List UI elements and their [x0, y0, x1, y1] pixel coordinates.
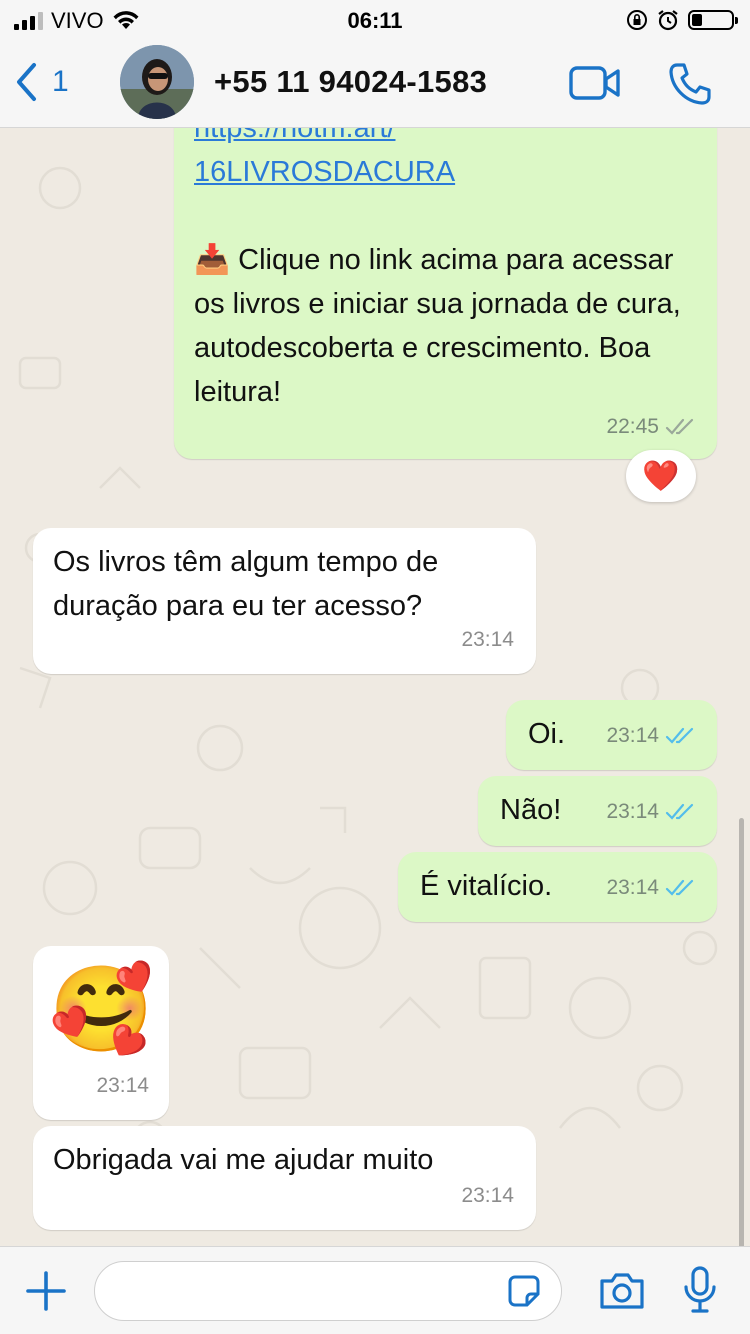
incoming-message-bubble[interactable]: Os livros têm algum tempo de duração par…	[33, 528, 536, 674]
orientation-lock-icon	[627, 10, 647, 30]
message-text: Obrigada vai me ajudar muito	[53, 1144, 434, 1176]
message-time: 23:14	[606, 876, 659, 899]
double-check-icon	[665, 418, 694, 435]
chat-area[interactable]: https://hotm.art/ 16LIVROSDACURA 📥 Cliqu…	[0, 128, 750, 1246]
outgoing-message-bubble[interactable]: Não! 23:14	[478, 776, 717, 846]
message-input[interactable]	[94, 1261, 562, 1321]
outgoing-message-bubble[interactable]: Oi. 23:14	[506, 700, 717, 770]
outgoing-message-bubble[interactable]: https://hotm.art/ 16LIVROSDACURA 📥 Cliqu…	[174, 128, 717, 459]
status-bar: VIVO 06:11	[0, 0, 750, 40]
message-text: Os livros têm algum tempo de duração par…	[53, 546, 439, 622]
message-link[interactable]: 16LIVROSDACURA	[194, 150, 694, 194]
video-call-icon[interactable]	[569, 66, 621, 100]
message-time: 23:14	[461, 628, 514, 651]
contact-avatar[interactable]	[120, 45, 194, 119]
voice-call-icon[interactable]	[668, 62, 712, 106]
message-body: Clique no link acima para acessar os liv…	[194, 244, 681, 408]
smiling-face-with-hearts-emoji: 🥰	[49, 962, 154, 1056]
alarm-icon	[658, 10, 678, 31]
incoming-emoji-bubble[interactable]: 🥰 23:14	[33, 946, 169, 1120]
message-link-partial[interactable]: https://hotm.art/	[194, 128, 694, 150]
chat-scrollbar[interactable]	[739, 818, 744, 1246]
microphone-icon[interactable]	[682, 1265, 718, 1315]
double-check-icon	[665, 879, 694, 896]
double-check-icon	[665, 727, 694, 744]
camera-icon[interactable]	[598, 1271, 646, 1311]
message-text: Não!	[500, 794, 562, 826]
chat-header: 1 +55 11 94024-1583	[0, 40, 750, 128]
message-text: Oi.	[528, 718, 566, 750]
back-button[interactable]: 1	[14, 62, 69, 102]
message-text: É vitalício.	[420, 870, 553, 902]
back-chevron-icon	[17, 63, 36, 101]
message-time: 23:14	[96, 1074, 149, 1097]
message-time: 23:14	[606, 724, 659, 747]
incoming-message-bubble[interactable]: Obrigada vai me ajudar muito 23:14	[33, 1126, 536, 1230]
heart-reaction-icon: ❤️	[642, 459, 680, 493]
inbox-tray-emoji: 📥	[194, 244, 231, 276]
reaction-badge[interactable]: ❤️	[626, 450, 696, 502]
outgoing-message-bubble[interactable]: É vitalício. 23:14	[398, 852, 717, 922]
contact-name[interactable]: +55 11 94024-1583	[214, 64, 487, 100]
plus-icon[interactable]	[26, 1271, 66, 1311]
double-check-icon	[665, 803, 694, 820]
sticker-icon[interactable]	[507, 1274, 541, 1308]
battery-icon	[688, 10, 738, 30]
message-input-bar	[0, 1246, 750, 1334]
message-time: 23:14	[606, 800, 659, 823]
message-time: 23:14	[461, 1184, 514, 1207]
message-text: 📥 Clique no link acima para acessar os l…	[194, 238, 694, 414]
message-time: 22:45	[606, 415, 659, 438]
unread-count: 1	[52, 65, 69, 98]
